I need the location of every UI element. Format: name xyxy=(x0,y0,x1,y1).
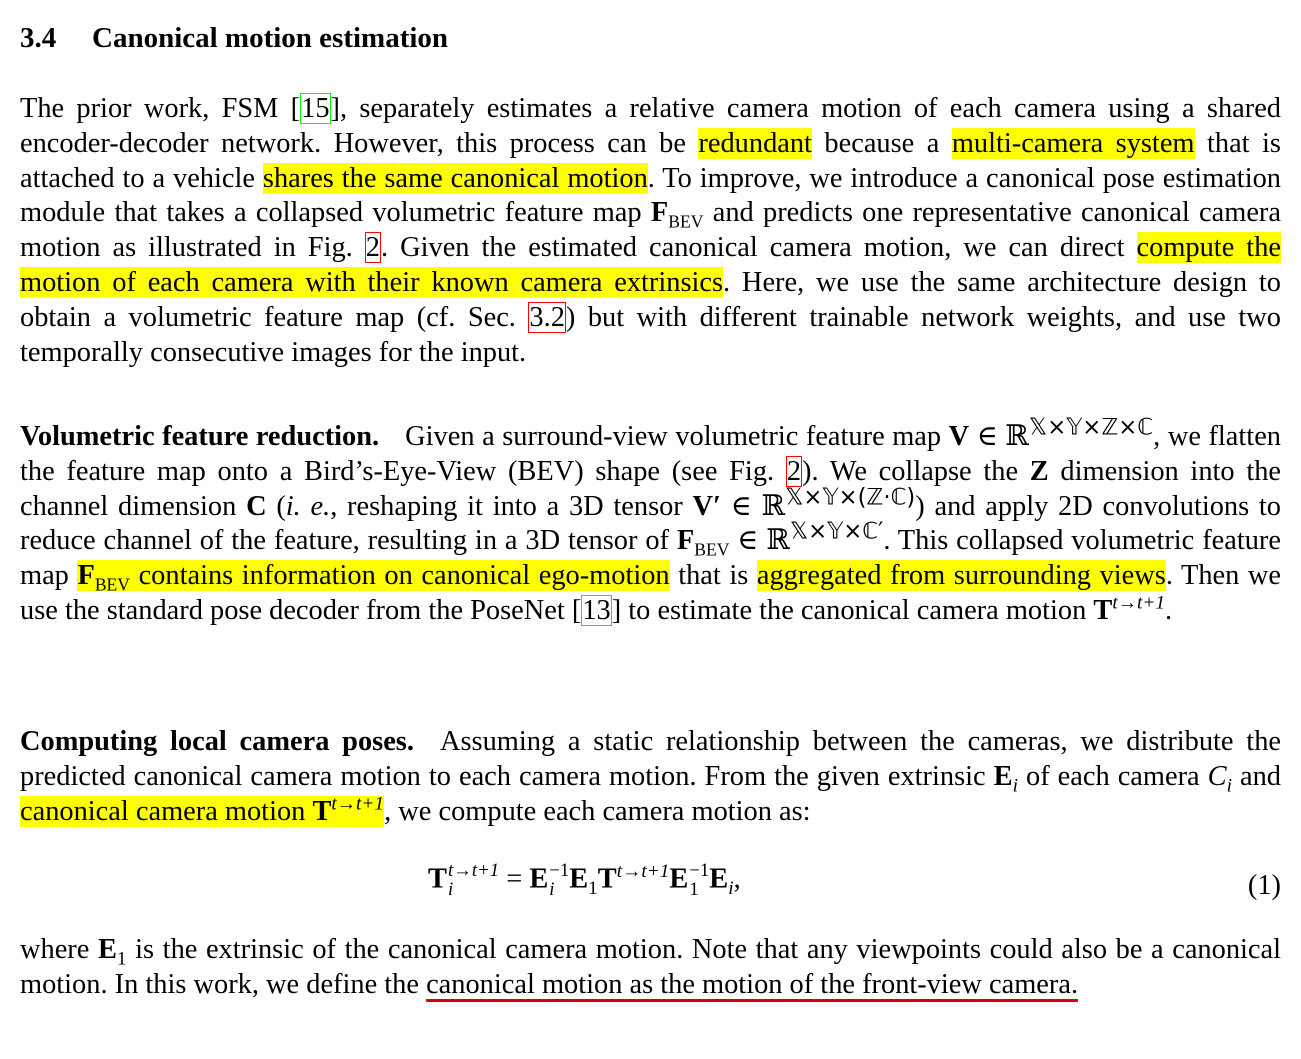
text-run: ( xyxy=(266,490,286,522)
math-in: ∈ xyxy=(729,525,767,557)
math-sub-1: 1 xyxy=(689,878,699,900)
math-comma: , xyxy=(733,863,741,895)
math-V: V xyxy=(948,421,970,452)
highlight-canonical-camera-motion: canonical camera motion Tt→t+1 xyxy=(20,793,385,827)
math-T: T xyxy=(428,863,447,895)
text-run: that is xyxy=(669,560,757,592)
math-E: E xyxy=(709,863,729,895)
math-F: F xyxy=(676,525,695,557)
math-equals: = xyxy=(499,863,530,895)
section-heading: 3.4 Canonical motion estimation xyxy=(20,22,448,55)
math-F: F xyxy=(650,197,669,229)
math-sup-time: t→t+1 xyxy=(616,860,670,882)
math-reals: ℝ xyxy=(761,490,786,522)
section-number: 3.4 xyxy=(20,22,57,54)
math-in: ∈ xyxy=(721,490,762,522)
math-sup-inverse: −1 xyxy=(689,860,710,881)
text-run: where xyxy=(20,934,98,965)
math-V-prime: V′ xyxy=(692,490,722,522)
text-run: . xyxy=(1165,594,1173,626)
equation-body: Tt→t+1 i = E −1 i E1Tt→t+1E −1 1 Ei, xyxy=(428,860,741,900)
figure-link-2[interactable]: 2 xyxy=(364,232,381,264)
text-run: The prior work, FSM [ xyxy=(20,93,301,124)
underline-canonical-front-view: canonical motion as the motion of the fr… xyxy=(426,968,1079,1000)
math-reals: ℝ xyxy=(766,525,790,557)
math-E: E xyxy=(569,863,589,895)
highlight-aggregated: aggregated from surrounding views xyxy=(756,560,1166,592)
math-sub-bev: BEV xyxy=(668,212,704,233)
math-dims: 𝕏×𝕐×(ℤ·ℂ) xyxy=(785,484,916,511)
text-run: . Given the estimated canonical camera m… xyxy=(380,232,1137,264)
math-reals: ℝ xyxy=(1005,421,1029,452)
paragraph-volumetric-reduction: Volumetric feature reduction. Given a sur… xyxy=(20,416,1281,629)
section-link-3-2[interactable]: 3.2 xyxy=(528,301,566,333)
runin-heading-volumetric: Volumetric feature reduction. xyxy=(20,421,380,452)
math-Z: Z xyxy=(1029,455,1049,487)
text-run: Given a surround-view volumetric feature… xyxy=(405,421,949,452)
math-C: C xyxy=(1207,760,1227,792)
math-sub-1: 1 xyxy=(116,948,127,970)
math-dims: 𝕏×𝕐×ℤ×ℂ xyxy=(1028,414,1154,441)
highlight-multi-camera-system: multi-camera system xyxy=(951,127,1195,159)
highlight-text: contains information on canonical ego-mo… xyxy=(130,560,670,592)
math-C: C xyxy=(246,490,267,522)
math-scripts: t→t+1 i xyxy=(447,860,500,900)
math-sub-bev: BEV xyxy=(694,540,730,561)
math-E: E xyxy=(529,863,549,895)
text-run: because a xyxy=(811,127,952,159)
highlight-text: canonical camera motion xyxy=(20,795,313,827)
text-italic-ie: i. e. xyxy=(285,490,331,522)
text-run: and xyxy=(1231,760,1281,792)
math-in: ∈ xyxy=(969,421,1006,452)
math-sup-inverse: −1 xyxy=(549,860,570,881)
math-sub-1: 1 xyxy=(588,877,598,899)
math-F: F xyxy=(77,560,95,592)
text-run: , we compute each camera motion as: xyxy=(384,795,811,827)
math-E: E xyxy=(97,934,117,965)
math-sup-time: t→t+1 xyxy=(1112,592,1166,614)
citation-link-15[interactable]: 15 xyxy=(300,93,331,124)
math-T: T xyxy=(597,863,617,895)
equation-1: Tt→t+1 i = E −1 i E1Tt→t+1E −1 1 Ei, (1) xyxy=(20,860,1281,908)
math-scripts: −1 1 xyxy=(689,860,710,900)
highlight-shares-canonical-motion: shares the same canonical motion xyxy=(262,162,648,194)
math-scripts: −1 i xyxy=(549,860,570,900)
math-sub-i: i xyxy=(549,878,555,900)
highlight-redundant: redundant xyxy=(698,127,812,159)
math-sup-time: t→t+1 xyxy=(447,860,500,881)
paragraph-local-poses: Computing local camera poses. Assuming a … xyxy=(20,725,1281,829)
math-dims: 𝕏×𝕐×ℂ′ xyxy=(789,518,884,545)
math-sup-time: t→t+1 xyxy=(331,793,385,815)
runin-heading-local-poses: Computing local camera poses. xyxy=(20,726,414,757)
paragraph-intro: The prior work, FSM [15], separately est… xyxy=(20,92,1281,370)
citation-link-13[interactable]: 13 xyxy=(581,594,612,626)
text-run: of each camera xyxy=(1017,760,1208,792)
math-E: E xyxy=(669,863,689,895)
math-T: T xyxy=(1093,594,1113,626)
section-title: Canonical motion estimation xyxy=(92,22,449,54)
math-sub-i: i xyxy=(447,878,454,900)
text-run: ] to estimate the canonical camera motio… xyxy=(611,594,1094,626)
text-run: ). We collapse the xyxy=(802,455,1030,487)
highlight-fbev-contains: FBEV contains information on canonical e… xyxy=(77,560,670,594)
text-run: , reshaping it into a 3D tensor xyxy=(330,490,693,522)
math-T: T xyxy=(312,795,332,827)
paragraph-where: where E1 is the extrinsic of the canonic… xyxy=(20,933,1281,1003)
figure-link-2[interactable]: 2 xyxy=(785,455,803,487)
math-sub-bev: BEV xyxy=(94,574,130,595)
equation-number: (1) xyxy=(1247,870,1281,901)
math-E: E xyxy=(993,760,1013,792)
